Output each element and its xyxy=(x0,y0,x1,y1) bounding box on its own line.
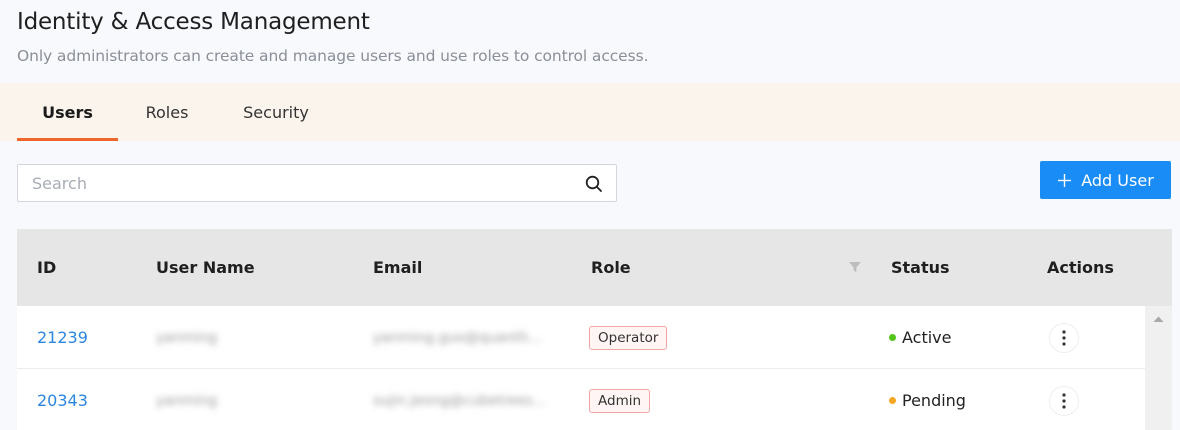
column-header-email[interactable]: Email xyxy=(373,229,422,306)
column-header-actions: Actions xyxy=(1047,258,1114,277)
column-header-username[interactable]: User Name xyxy=(156,229,255,306)
tab-users[interactable]: Users xyxy=(17,83,118,141)
actions-cell xyxy=(1049,369,1079,430)
column-header-status[interactable]: Status xyxy=(891,229,950,306)
search-box xyxy=(17,164,617,202)
table-row: 20343 yanming sujin.jeong@cubetrees... A… xyxy=(17,369,1145,430)
role-cell: Admin xyxy=(589,369,651,430)
status-dot-icon xyxy=(889,397,896,404)
add-user-label: Add User xyxy=(1081,170,1154,190)
row-actions-button[interactable] xyxy=(1049,322,1079,353)
status-cell: Pending xyxy=(889,369,966,430)
page-title: Identity & Access Management xyxy=(17,9,370,35)
status-badge: Pending xyxy=(902,391,966,410)
user-id-link[interactable]: 21239 xyxy=(37,306,88,369)
user-id-link[interactable]: 20343 xyxy=(37,369,88,430)
search-input[interactable] xyxy=(18,165,616,201)
search-icon[interactable] xyxy=(584,174,604,194)
row-actions-button[interactable] xyxy=(1049,385,1079,416)
scrollbar-header xyxy=(1145,229,1172,306)
tab-bar: Users Roles Security xyxy=(0,83,1180,141)
table-scrollbar[interactable] xyxy=(1145,229,1172,430)
status-dot-icon xyxy=(889,334,896,341)
more-vertical-icon xyxy=(1062,329,1066,346)
scroll-up-icon[interactable] xyxy=(1153,315,1164,323)
user-email: sujin.jeong@cubetrees... xyxy=(373,392,546,409)
column-header-id[interactable]: ID xyxy=(37,229,56,306)
user-name: yanming xyxy=(156,392,218,409)
more-vertical-icon xyxy=(1062,392,1066,409)
plus-icon xyxy=(1058,173,1072,187)
tab-security[interactable]: Security xyxy=(228,83,324,141)
filter-icon[interactable] xyxy=(848,260,862,274)
role-cell: Operator xyxy=(589,306,668,369)
role-badge: Admin xyxy=(589,388,651,413)
role-badge: Operator xyxy=(589,325,668,350)
status-badge: Active xyxy=(902,328,952,347)
add-user-button[interactable]: Add User xyxy=(1040,161,1171,199)
column-header-role[interactable]: Role xyxy=(591,229,631,306)
status-cell: Active xyxy=(889,306,952,369)
page-subtitle: Only administrators can create and manag… xyxy=(17,47,649,65)
user-email: yanming.guo@quanth... xyxy=(373,329,542,346)
tab-roles[interactable]: Roles xyxy=(128,83,206,141)
table-row: 21239 yanming yanming.guo@quanth... Oper… xyxy=(17,306,1145,369)
actions-cell xyxy=(1049,306,1079,369)
user-name: yanming xyxy=(156,329,218,346)
users-table: ID User Name Email Role Status Actions 2… xyxy=(17,229,1145,430)
table-header: ID User Name Email Role Status Actions xyxy=(17,229,1145,306)
